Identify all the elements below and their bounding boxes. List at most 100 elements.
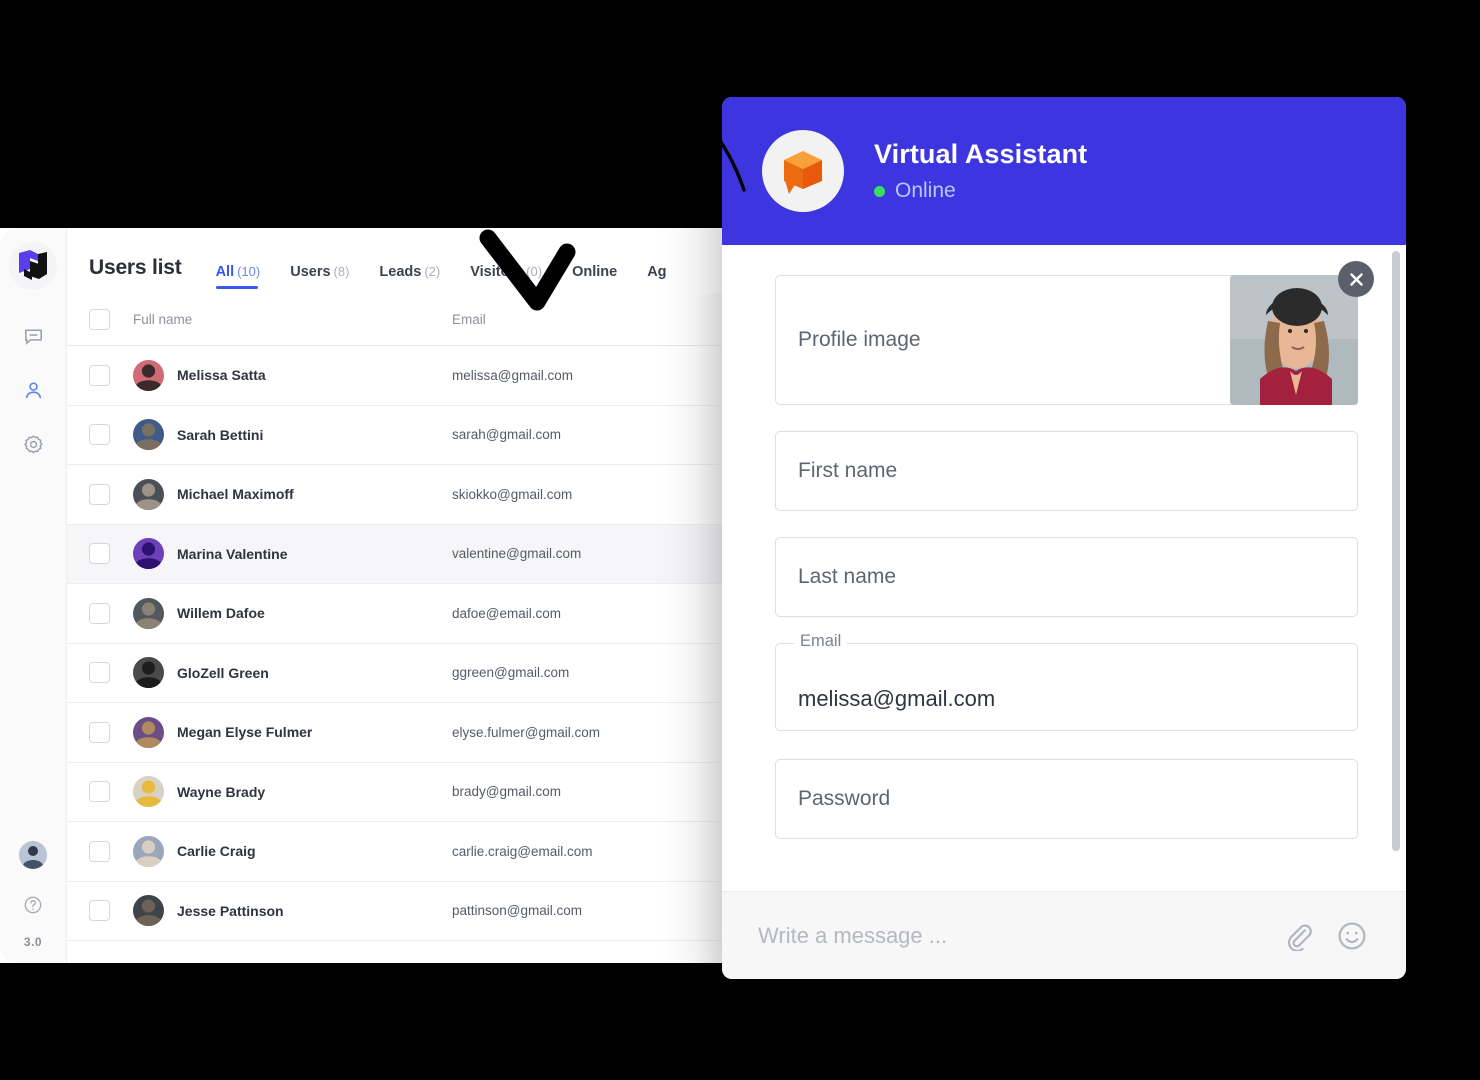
tab-online[interactable]: Online (572, 264, 617, 294)
user-icon (25, 381, 41, 398)
app-logo (9, 242, 57, 290)
row-user-email: valentine@gmail.com (452, 546, 582, 562)
password-placeholder: Password (798, 787, 891, 810)
row-avatar (133, 419, 164, 451)
version-label: 3.0 (23, 935, 43, 949)
user-photo (133, 478, 164, 510)
last-name-field[interactable]: Last name (775, 537, 1358, 617)
tab-leads[interactable]: Leads (2) (379, 264, 440, 294)
row-name-cell: Melissa Satta (110, 359, 452, 391)
user-photo (133, 776, 164, 808)
row-avatar (133, 716, 164, 748)
row-user-email: carlie.craig@email.com (452, 843, 593, 859)
table-row[interactable]: GloZell Green ggreen@gmail.com (67, 644, 742, 703)
row-checkbox[interactable] (89, 781, 110, 803)
table-row[interactable]: Sarah Bettini sarah@gmail.com (67, 406, 742, 465)
row-user-name: GloZell Green (177, 664, 269, 681)
row-name-cell: GloZell Green (110, 657, 452, 689)
user-photo (133, 359, 164, 391)
email-field-label: Email (794, 633, 848, 650)
table-row[interactable]: Melissa Satta melissa@gmail.com (67, 346, 742, 406)
row-checkbox[interactable] (89, 721, 110, 743)
row-user-name: Michael Maximoff (177, 486, 294, 503)
table-row[interactable]: Michael Maximoff skiokko@gmail.com (67, 465, 742, 525)
table-row[interactable]: Jesse Pattinson pattinson@gmail.com (67, 882, 742, 941)
tab-users[interactable]: Users (8) (290, 264, 349, 294)
row-user-name: Wayne Brady (177, 783, 266, 800)
user-photo (133, 597, 164, 629)
row-avatar (133, 359, 164, 391)
row-checkbox[interactable] (89, 424, 110, 446)
user-photo (133, 895, 164, 927)
arrow-curve (490, 80, 746, 202)
row-checkbox[interactable] (89, 364, 110, 386)
row-checkbox[interactable] (89, 840, 110, 862)
emoji-button[interactable] (1330, 914, 1374, 958)
tab-all[interactable]: All (10) (215, 264, 261, 294)
chat-footer: Write a message ... (722, 891, 1406, 979)
help-button[interactable] (13, 885, 53, 925)
row-user-name: Melissa Satta (177, 367, 266, 384)
user-photo (133, 538, 164, 570)
tab-bar: All (10) Users (8) Leads (2) Visitors (0) On… (215, 228, 667, 294)
chat-bubble-icon (24, 329, 42, 345)
row-checkbox[interactable] (89, 900, 110, 922)
cube-logo-icon (19, 250, 47, 280)
row-checkbox[interactable] (89, 483, 110, 505)
row-checkbox[interactable] (89, 662, 110, 684)
sidebar-item-users[interactable] (13, 370, 53, 410)
first-name-field[interactable]: First name (775, 431, 1358, 511)
chat-header: Virtual Assistant Online (722, 97, 1406, 245)
avatar[interactable] (19, 841, 47, 869)
status-badge: Online (895, 179, 956, 202)
chat-body: Profile image First name Last name Email… (722, 245, 1406, 891)
table-row[interactable]: Wayne Brady brady@gmail.com (67, 763, 742, 822)
paperclip-icon (1288, 924, 1312, 951)
column-header-email: Email (452, 312, 486, 327)
row-user-name: Carlie Craig (177, 843, 256, 860)
select-all-checkbox[interactable] (89, 309, 110, 330)
table-row[interactable]: Marina Valentine valentine@gmail.com (67, 524, 742, 584)
tab-all-count: (10) (237, 264, 261, 279)
row-name-cell: Wayne Brady (110, 776, 452, 808)
help-circle-icon (24, 896, 42, 914)
row-user-email: melissa@gmail.com (452, 367, 573, 383)
attach-button[interactable] (1276, 914, 1320, 958)
tab-visitors-count: (0) (526, 264, 543, 279)
row-avatar (133, 478, 164, 510)
row-user-name: Marina Valentine (177, 545, 288, 562)
table-row[interactable]: Megan Elyse Fulmer elyse.fulmer@gmail.com (67, 703, 742, 763)
sidebar-item-chats[interactable] (13, 316, 53, 356)
row-avatar (133, 776, 164, 808)
email-field[interactable]: Email melissa@gmail.com (775, 633, 1358, 731)
password-field[interactable]: Password (775, 759, 1358, 839)
remove-profile-image-button[interactable] (1338, 261, 1374, 297)
sidebar-item-settings[interactable] (13, 424, 53, 464)
user-photo (133, 657, 164, 689)
page-title: Users list (89, 256, 182, 279)
status-dot-icon (874, 185, 885, 197)
row-checkbox[interactable] (89, 602, 110, 624)
user-photo (133, 716, 164, 748)
tab-visitors[interactable]: Visitors (0) (470, 264, 542, 294)
row-avatar (133, 538, 164, 570)
bot-status-row: Online (874, 179, 1087, 203)
profile-image-field[interactable]: Profile image (775, 261, 1374, 405)
message-input[interactable]: Write a message ... (758, 923, 1266, 949)
row-user-name: Megan Elyse Fulmer (177, 724, 313, 741)
chat-scrollbar[interactable] (1392, 251, 1400, 851)
row-user-email: skiokko@gmail.com (452, 486, 573, 502)
row-checkbox[interactable] (89, 543, 110, 565)
row-avatar (133, 835, 164, 867)
row-avatar (133, 597, 164, 629)
chat-widget: Virtual Assistant Online Profile image F… (722, 97, 1406, 979)
tab-agents[interactable]: Ag (647, 264, 666, 294)
table-row[interactable]: Willem Dafoe dafoe@email.com (67, 584, 742, 644)
orange-cube-chat-icon (784, 151, 822, 194)
last-name-placeholder: Last name (798, 565, 897, 588)
tab-leads-count: (2) (424, 264, 441, 279)
table-rows-container: Melissa Satta melissa@gmail.com Sarah Bett… (67, 346, 742, 941)
profile-photo (1230, 275, 1358, 405)
user-photo (133, 419, 164, 451)
table-row[interactable]: Carlie Craig carlie.craig@email.com (67, 822, 742, 882)
